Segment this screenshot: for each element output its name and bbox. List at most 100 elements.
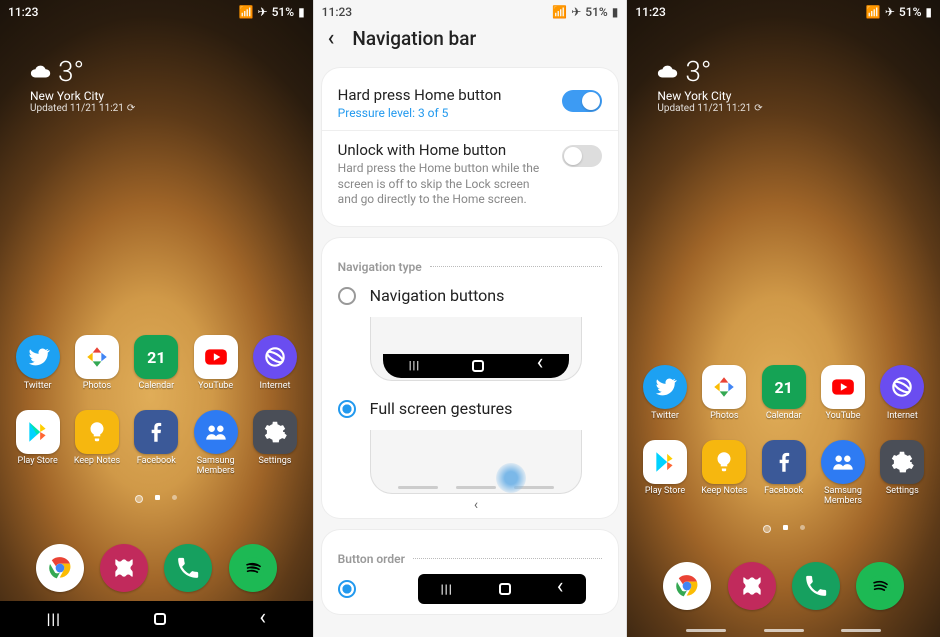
dock-chrome[interactable] — [659, 562, 715, 613]
back-button[interactable] — [259, 610, 266, 628]
spotify-icon — [856, 562, 904, 610]
cloud-icon — [30, 64, 52, 80]
weather-temp: 3° — [58, 55, 84, 88]
home-button[interactable] — [154, 613, 166, 625]
gesture-hint-home[interactable] — [764, 629, 804, 632]
row-hardpress[interactable]: Hard press Home button Pressure level: 3… — [322, 76, 619, 130]
app-twitter[interactable]: Twitter — [10, 335, 66, 392]
weather-updated: Updated 11/21 11:21 — [30, 103, 124, 114]
toggle-unlockhome[interactable] — [562, 145, 602, 167]
button-order-card: Button order — [322, 530, 619, 614]
app-settings[interactable]: Settings — [247, 410, 303, 477]
weather-widget[interactable]: 3° New York City Updated 11/21 11:21⟳ — [30, 55, 135, 114]
dock-gallery[interactable] — [724, 562, 780, 613]
app-members[interactable]: Samsung Members — [188, 410, 244, 477]
section-navtype-label: Navigation type — [322, 246, 619, 278]
calendar-icon: 21 — [762, 365, 806, 409]
settings-icon — [253, 410, 297, 454]
phone-icon — [164, 544, 212, 592]
dock-chrome[interactable] — [32, 544, 88, 595]
app-playstore[interactable]: Play Store — [637, 440, 693, 507]
section-btnorder-label: Button order — [322, 538, 619, 570]
dot-more — [800, 525, 805, 530]
gesture-hint-back[interactable] — [841, 629, 881, 632]
app-photos[interactable]: Photos — [696, 365, 752, 422]
status-bar: 11:23 📶✈51%▮ — [314, 0, 627, 24]
dock — [627, 562, 940, 613]
weather-widget[interactable]: 3° New York City Updated 11/21 11:21⟳ — [657, 55, 762, 114]
dot-more — [172, 495, 177, 500]
app-photos[interactable]: Photos — [69, 335, 125, 392]
home-screen-navbuttons: 11:23 📶✈51%▮ 3° New York City Updated 11… — [0, 0, 313, 637]
app-members[interactable]: Samsung Members — [815, 440, 871, 507]
youtube-icon — [194, 335, 238, 379]
preview-gestures: ‹ — [370, 430, 583, 494]
app-calendar[interactable]: 21Calendar — [128, 335, 184, 392]
facebook-icon — [134, 410, 178, 454]
option-navbuttons[interactable]: Navigation buttons — [322, 278, 619, 313]
dock-spotify[interactable] — [225, 544, 281, 595]
preview-btnorder[interactable] — [418, 574, 587, 604]
nav-bar-gestures[interactable] — [627, 623, 940, 637]
dock-phone[interactable] — [788, 562, 844, 613]
weather-city: New York City — [657, 89, 762, 103]
status-bar: 11:23 📶✈51%▮ — [0, 0, 313, 24]
option-gestures[interactable]: Full screen gestures — [322, 391, 619, 426]
app-facebook[interactable]: Facebook — [756, 440, 812, 507]
status-indicators: 📶✈51%▮ — [866, 5, 932, 19]
recents-icon — [409, 359, 420, 372]
facebook-icon — [762, 440, 806, 484]
home-icon — [499, 583, 511, 595]
dot-current — [783, 525, 788, 530]
calendar-icon: 21 — [134, 335, 178, 379]
gesture-hint-recents[interactable] — [686, 629, 726, 632]
dock-phone[interactable] — [160, 544, 216, 595]
gallery-icon — [728, 562, 776, 610]
chrome-icon — [663, 562, 711, 610]
playstore-icon — [16, 410, 60, 454]
weather-updated: Updated 11/21 11:21 — [657, 103, 751, 114]
settings-title: Navigation bar — [352, 27, 476, 50]
dock-gallery[interactable] — [96, 544, 152, 595]
radio-order1[interactable] — [338, 580, 356, 598]
app-internet[interactable]: Internet — [247, 335, 303, 392]
status-indicators: 📶✈51%▮ — [552, 5, 618, 19]
app-youtube[interactable]: YouTube — [188, 335, 244, 392]
weather-temp: 3° — [685, 55, 711, 88]
app-keepnotes[interactable]: Keep Notes — [69, 410, 125, 477]
refresh-icon[interactable]: ⟳ — [127, 103, 135, 114]
page-indicator[interactable] — [0, 495, 313, 503]
gesture-hint-arrow: ‹ — [371, 497, 582, 513]
app-playstore[interactable]: Play Store — [10, 410, 66, 477]
app-settings[interactable]: Settings — [874, 440, 930, 507]
home-screen-gestures: 11:23 📶✈51%▮ 3° New York City Updated 11… — [626, 0, 940, 637]
phone-icon — [792, 562, 840, 610]
youtube-icon — [821, 365, 865, 409]
app-calendar[interactable]: 21Calendar — [756, 365, 812, 422]
page-indicator[interactable] — [627, 525, 940, 533]
app-internet[interactable]: Internet — [874, 365, 930, 422]
dock-spotify[interactable] — [852, 562, 908, 613]
refresh-icon[interactable]: ⟳ — [754, 103, 762, 114]
gesture-touch-icon — [496, 463, 526, 493]
recents-button[interactable] — [47, 610, 61, 628]
app-facebook[interactable]: Facebook — [128, 410, 184, 477]
app-youtube[interactable]: YouTube — [815, 365, 871, 422]
toggle-hardpress[interactable] — [562, 90, 602, 112]
internet-icon — [253, 335, 297, 379]
keepnotes-icon — [702, 440, 746, 484]
app-keepnotes[interactable]: Keep Notes — [696, 440, 752, 507]
twitter-icon — [643, 365, 687, 409]
radio-gestures[interactable] — [338, 400, 356, 418]
cloud-icon — [657, 64, 679, 80]
back-icon[interactable]: ‹ — [328, 26, 335, 51]
members-icon — [194, 410, 238, 454]
row-unlockhome[interactable]: Unlock with Home button Hard press the H… — [322, 130, 619, 218]
radio-navbuttons[interactable] — [338, 287, 356, 305]
navigation-type-card: Navigation type Navigation buttons Full … — [322, 238, 619, 518]
status-bar: 11:23 📶✈51%▮ — [627, 0, 940, 24]
back-icon — [537, 359, 544, 372]
dock — [0, 544, 313, 595]
app-twitter[interactable]: Twitter — [637, 365, 693, 422]
settings-icon — [880, 440, 924, 484]
